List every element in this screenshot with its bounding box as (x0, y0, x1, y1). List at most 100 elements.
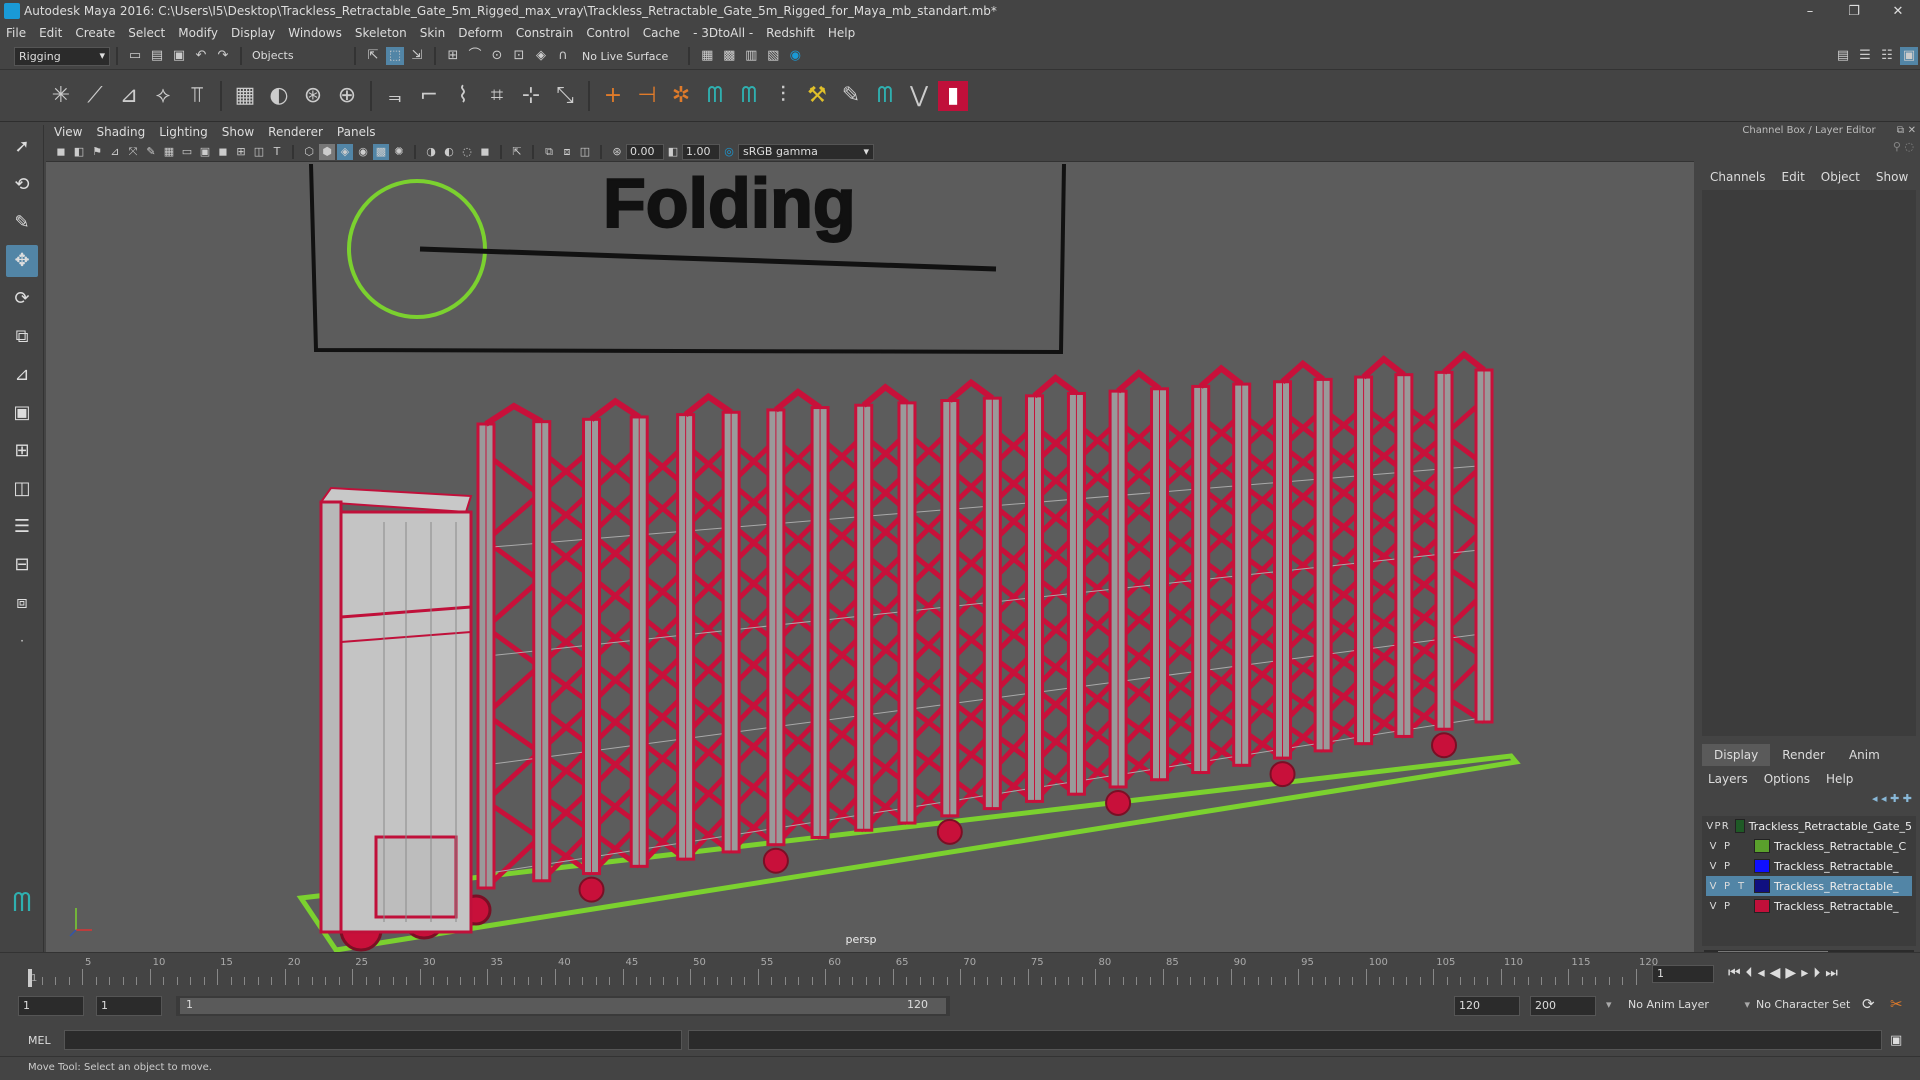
layer-visibility-toggle[interactable]: V (1706, 861, 1720, 872)
select-tool-icon[interactable]: ➚ (6, 131, 38, 163)
cluster-icon[interactable]: ⊕ (332, 81, 362, 111)
custom-layout-icon[interactable]: · (6, 625, 38, 657)
locator-icon[interactable]: + (598, 81, 628, 111)
xray-active-icon[interactable]: ⧈ (559, 144, 575, 160)
menu-cache[interactable]: Cache (643, 26, 680, 40)
layer-playback-toggle[interactable]: P (1720, 881, 1734, 892)
snap-point-icon[interactable]: ⊙ (488, 47, 506, 65)
step-forward-key-icon[interactable]: ⏵ (1813, 965, 1825, 981)
auto-key-icon[interactable]: ⟳ (1862, 995, 1875, 1013)
playback-end-field[interactable]: 120 (1454, 996, 1520, 1016)
menu-modify[interactable]: Modify (178, 26, 218, 40)
open-scene-icon[interactable]: ▤ (148, 47, 166, 65)
channel-box-keys-icon[interactable]: ⚲ (1893, 140, 1901, 153)
skin-pose-icon[interactable]: ᗰ (870, 81, 900, 111)
tab-render[interactable]: Render (1770, 744, 1837, 766)
minimize-button[interactable]: – (1788, 4, 1832, 19)
layer-display-type-toggle[interactable]: T (1734, 881, 1748, 892)
anim-layer-dropdown[interactable]: No Anim Layer ▾ (1626, 996, 1752, 1016)
layer-playback-toggle[interactable]: P (1720, 841, 1734, 852)
le-menu-options[interactable]: Options (1764, 772, 1810, 786)
channel-box-toggle-icon[interactable]: ▣ (1900, 47, 1918, 65)
single-view-icon[interactable]: ▣ (6, 397, 38, 429)
script-editor-icon[interactable]: ▣ (1890, 1033, 1902, 1048)
motion-blur-icon[interactable]: ◌ (459, 144, 475, 160)
go-to-end-icon[interactable]: ⏭ (1825, 965, 1843, 981)
time-slider-ticks[interactable]: 1 5 10 15 20 25 30 35 40 45 50 55 60 65 70 75 80 85 90 95 10… (28, 957, 1658, 985)
wireframe-on-shaded-icon[interactable]: ◈ (337, 143, 353, 160)
menu-file[interactable]: File (6, 26, 26, 40)
redo-icon[interactable]: ↷ (214, 47, 232, 65)
viewport-persp[interactable]: Folding persp (46, 162, 1694, 952)
step-forward-frame-icon[interactable]: ▸ (1801, 965, 1813, 981)
colorspace-dropdown[interactable]: sRGB gamma ▾ (738, 143, 874, 160)
live-surface-label[interactable]: No Live Surface (582, 50, 668, 63)
menu-skin[interactable]: Skin (420, 26, 446, 40)
joint-tool-icon[interactable]: ✳ (46, 81, 76, 111)
grid-icon[interactable]: ▦ (161, 144, 177, 160)
move-layer-up-icon[interactable]: ◂ (1872, 792, 1878, 805)
channel-box-area[interactable] (1702, 190, 1916, 736)
smooth-shade-icon[interactable]: ⬢ (319, 143, 335, 160)
snap-surface-icon[interactable]: ◈ (532, 47, 550, 65)
layer-color-swatch[interactable] (1754, 879, 1770, 893)
menu-help[interactable]: Help (828, 26, 855, 40)
film-gate-icon[interactable]: ▭ (179, 144, 195, 160)
gamma-icon[interactable]: ◧ (665, 144, 681, 160)
exposure-icon[interactable]: ⊛ (609, 144, 625, 160)
step-back-frame-icon[interactable]: ◂ (1758, 965, 1770, 981)
snap-magnet-icon[interactable]: ∩ (554, 47, 572, 65)
wrap-deformer-icon[interactable]: ◐ (264, 81, 294, 111)
layer-visibility-toggle[interactable]: V (1706, 841, 1720, 852)
menu-deform[interactable]: Deform (458, 26, 503, 40)
playback-start-field[interactable]: 1 (96, 996, 162, 1016)
hypershade-icon[interactable]: ◉ (786, 47, 804, 65)
layer-playback-toggle[interactable]: P (1714, 821, 1722, 832)
menu-redshift[interactable]: Redshift (766, 26, 815, 40)
snap-grid-icon[interactable]: ⊞ (444, 47, 462, 65)
remove-influence-icon[interactable]: ⤡ (550, 81, 580, 111)
current-frame-field[interactable]: 1 (1652, 965, 1714, 983)
start-time-field[interactable]: 1 (18, 996, 84, 1016)
add-influence-icon[interactable]: ⊹ (516, 81, 546, 111)
lights-icon[interactable]: ✺ (391, 144, 407, 160)
attribute-editor-toggle-icon[interactable]: ☰ (1856, 47, 1874, 65)
layer-display-type-toggle[interactable]: R (1721, 821, 1729, 832)
layer-color-swatch[interactable] (1754, 859, 1770, 873)
render-view-icon[interactable]: ▦ (698, 47, 716, 65)
tab-display[interactable]: Display (1702, 744, 1771, 766)
shadows-icon[interactable]: ◑ (423, 144, 439, 160)
range-slider-track[interactable] (180, 998, 946, 1014)
orient-constraint-icon[interactable]: ✲ (666, 81, 696, 111)
color-management-icon[interactable]: ◎ (721, 144, 737, 160)
smooth-skin-icon[interactable]: ⌗ (482, 81, 512, 111)
time-slider[interactable]: 1 5 10 15 20 25 30 35 40 45 50 55 60 65 70 75 80 85 90 95 10… (0, 952, 1920, 990)
last-tool-icon[interactable]: ⊿ (6, 359, 38, 391)
layer-color-swatch[interactable] (1735, 819, 1745, 833)
four-view-icon[interactable]: ⊞ (6, 435, 38, 467)
close-button[interactable]: ✕ (1876, 4, 1920, 19)
gamma-field[interactable]: 1.00 (682, 143, 720, 160)
textured-icon[interactable]: ◉ (355, 144, 371, 160)
tool-settings-toggle-icon[interactable]: ☷ (1878, 47, 1896, 65)
go-to-start-icon[interactable]: ⏮ (1728, 965, 1746, 981)
workspace-icon[interactable]: ▤ (1834, 47, 1852, 65)
bind-skin-icon[interactable]: ⫬ (380, 81, 410, 111)
le-menu-help[interactable]: Help (1826, 772, 1853, 786)
range-handle-start[interactable]: 1 (186, 998, 193, 1011)
cb-menu-channels[interactable]: Channels (1710, 170, 1766, 184)
panel-menu-panels[interactable]: Panels (337, 125, 376, 139)
panel-menu-lighting[interactable]: Lighting (159, 125, 208, 139)
character-set-dropdown[interactable]: No Character Set (1754, 996, 1862, 1016)
sculpt-deformer-icon[interactable]: ⊛ (298, 81, 328, 111)
panel-menu-view[interactable]: View (54, 125, 82, 139)
panel-menu-renderer[interactable]: Renderer (268, 125, 323, 139)
grease-pencil-icon[interactable]: ✎ (143, 144, 159, 160)
antialias-icon[interactable]: ◼ (477, 144, 493, 160)
xray-icon[interactable]: ▩ (373, 143, 389, 160)
menu-3dtoall[interactable]: - 3DtoAll - (693, 26, 753, 40)
wireframe-icon[interactable]: ⬡ (301, 144, 317, 160)
move-tool-icon[interactable]: ✥ (6, 245, 38, 277)
menu-select[interactable]: Select (128, 26, 165, 40)
save-scene-icon[interactable]: ▣ (170, 47, 188, 65)
